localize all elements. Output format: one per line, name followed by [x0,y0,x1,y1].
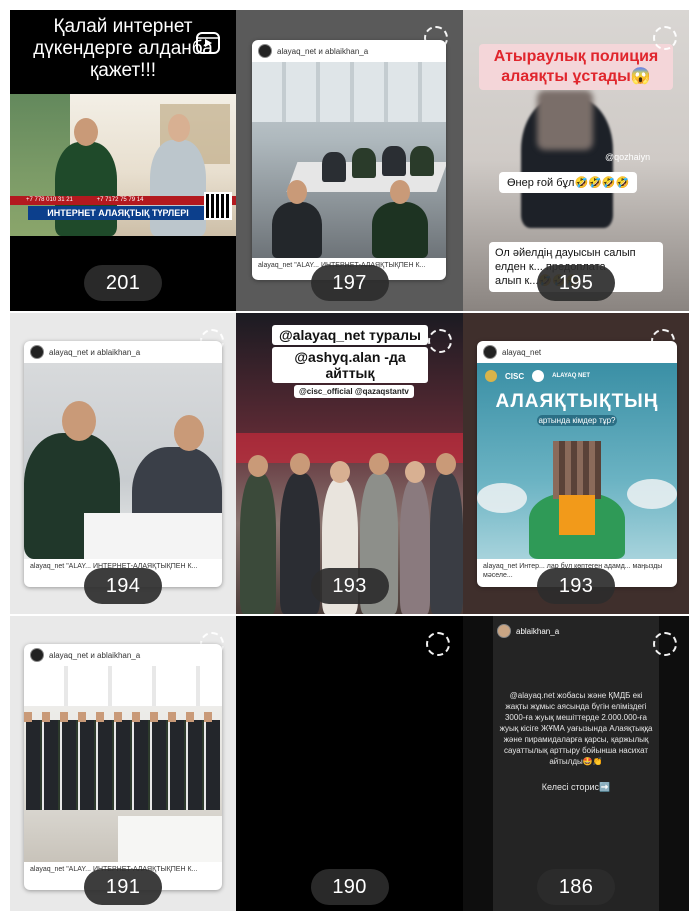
meeting-photo [252,62,446,258]
repost-card[interactable]: alayaq_net и ablaikhan_a alayaq_net "ALA… [24,644,222,890]
loading-ring-icon [428,329,452,353]
signing-photo [24,363,222,559]
group-photo [24,666,222,862]
poster-title: АЛАЯҚТЫҚТЫҢ [495,391,659,412]
avatar [30,648,44,662]
story-tile-1[interactable]: Қалай интернет дүкендерге алданба қажет!… [10,10,236,311]
tv-caption: ИНТЕРНЕТ АЛАЯҚТЫҚ ТҮРЛЕРІ [28,206,208,220]
blurred-face [537,90,593,150]
story-tile-7[interactable]: alayaq_net и ablaikhan_a alayaq_net "ALA… [10,616,236,911]
people-row [26,720,220,810]
card-header: alayaq_net и ablaikhan_a [24,644,222,666]
card-header: alayaq_net и ablaikhan_a [24,341,222,363]
repost-card[interactable]: alayaq_net и ablaikhan_a alayaq_net "ALA… [252,40,446,280]
sticker-1: Өнер ғой бұл🤣🤣🤣🤣 [499,172,638,193]
story-tile-9[interactable]: ablaikhan_a @alayaq.net жобасы және ҚМДБ… [463,616,689,911]
view-count: 191 [84,869,162,905]
avatar [483,345,497,359]
view-count: 193 [537,568,615,604]
view-count: 201 [84,265,162,301]
avatar [30,345,44,359]
view-count: 193 [310,568,389,604]
loading-ring-icon [653,632,677,656]
story-tile-8[interactable]: 190 [236,616,463,911]
partner-icon [532,370,545,382]
next-story-label: Келесі сторис➡️ [541,782,611,792]
loading-ring-icon [653,26,677,50]
phone-strip: +7 778 010 31 21 +7 7172 75 79 14 [10,196,236,205]
story-title: Атыраулық полиция алаяқты ұстады😱 [479,44,673,90]
story-text: @alayaq.net жобасы және ҚМДБ екі жақты ж… [499,691,653,766]
mention-banner: @alayaq_net туралы @ashyq.alan -да айтты… [272,325,428,383]
story-tile-6[interactable]: alayaq_net CISC ALAYAQ NET АЛАЯҚТЫҚТЫҢ а… [463,313,689,614]
emblem-icon [485,370,497,382]
card-header: alayaq_net [477,341,677,363]
tags-chip: @cisc_official @qazaqstantv [294,385,414,398]
view-count: 194 [84,568,162,604]
reels-icon [196,32,220,54]
view-count: 186 [537,869,615,905]
loading-ring-icon [426,632,450,656]
avatar [258,44,272,58]
card-header: alayaq_net и ablaikhan_a [252,40,446,62]
qr-code [204,192,232,220]
story-tile-5[interactable]: @alayaq_net туралы @ashyq.alan -да айтты… [236,313,463,614]
avatar [497,624,511,638]
story-tile-3[interactable]: Атыраулық полиция алаяқты ұстады😱 @qozha… [463,10,689,311]
repost-card[interactable]: alayaq_net CISC ALAYAQ NET АЛАЯҚТЫҚТЫҢ а… [477,341,677,587]
pixelated-face [553,441,601,499]
repost-card[interactable]: alayaq_net и ablaikhan_a alayaq_net "ALA… [24,341,222,587]
view-count: 195 [537,265,615,301]
handle-tag: @qozhaiyn [605,152,651,162]
poster-subtitle: артында кімдер тұр? [537,415,617,426]
poster-image: CISC ALAYAQ NET АЛАЯҚТЫҚТЫҢ артында кімд… [477,363,677,559]
story-header: ablaikhan_a [497,624,559,638]
view-count: 197 [310,265,389,301]
story-tile-4[interactable]: alayaq_net и ablaikhan_a alayaq_net "ALA… [10,313,236,614]
view-count: 190 [310,869,389,905]
logo-strip: CISC ALAYAQ NET [485,369,669,383]
story-tile-2[interactable]: alayaq_net и ablaikhan_a alayaq_net "ALA… [236,10,463,311]
